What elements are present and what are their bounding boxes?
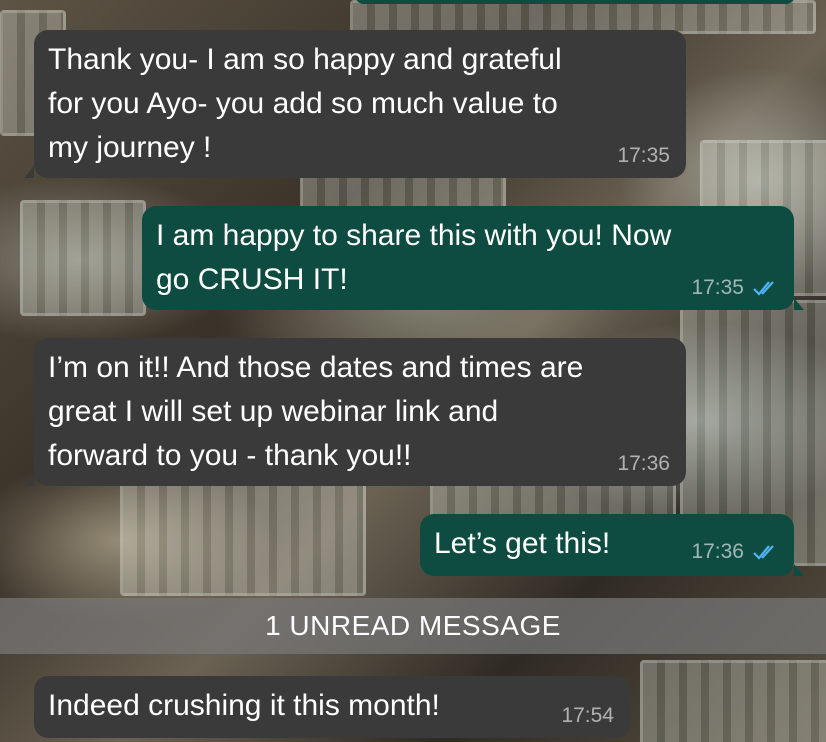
background-bill (640, 660, 826, 742)
bubble-tail (794, 298, 804, 310)
double-check-icon (753, 281, 774, 296)
message-timestamp: 17:36 (691, 540, 744, 563)
background-bill (350, 0, 816, 34)
double-check-icon (753, 545, 774, 560)
message-text: Thank you- I am so happy and grateful fo… (48, 43, 562, 164)
background-bill (120, 480, 366, 596)
message-bubble-outgoing[interactable]: I am happy to share this with you! Now g… (142, 206, 794, 310)
message-text: I am happy to share this with you! Now g… (156, 219, 672, 296)
bubble-tail (24, 166, 34, 178)
message-bubble-incoming[interactable]: I’m on it!! And those dates and times ar… (34, 338, 686, 486)
background-bill (20, 200, 146, 316)
previous-message-bubble-edge (355, 0, 795, 4)
message-bubble-incoming[interactable]: Indeed crushing it this month! 17:54 (34, 676, 630, 738)
message-timestamp: 17:35 (617, 144, 670, 167)
message-bubble-incoming[interactable]: Thank you- I am so happy and grateful fo… (34, 30, 686, 178)
bubble-tail (24, 474, 34, 486)
message-timestamp: 17:35 (691, 276, 744, 299)
message-bubble-outgoing[interactable]: Let’s get this! 17:36 (420, 514, 794, 576)
message-text: Indeed crushing it this month! (48, 689, 440, 722)
unread-messages-divider: 1 UNREAD MESSAGE (0, 598, 826, 654)
bubble-tail (794, 564, 804, 576)
message-timestamp: 17:36 (617, 452, 670, 475)
message-timestamp: 17:54 (561, 704, 614, 727)
unread-messages-label: 1 UNREAD MESSAGE (265, 610, 561, 641)
message-text: I’m on it!! And those dates and times ar… (48, 351, 584, 472)
